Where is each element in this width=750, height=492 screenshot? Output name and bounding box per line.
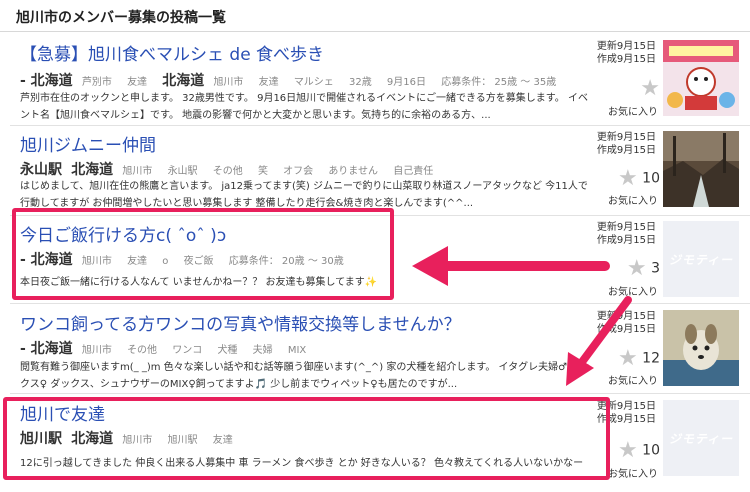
annotation-arrows <box>412 246 632 386</box>
